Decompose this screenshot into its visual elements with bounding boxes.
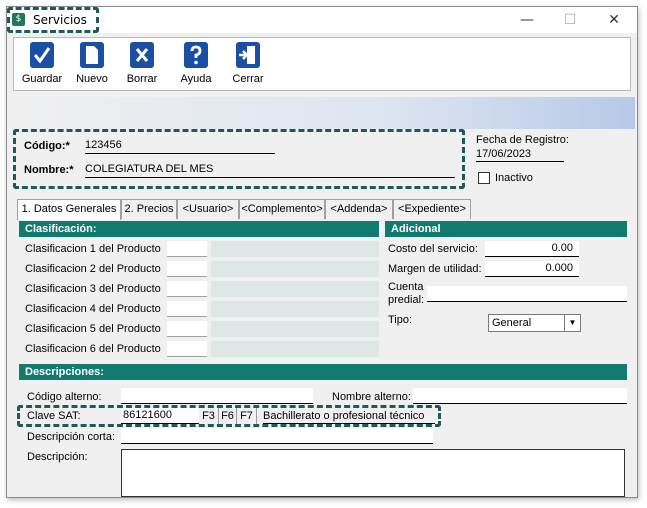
clasificacion-2-desc — [211, 261, 379, 277]
help-question-icon — [184, 42, 208, 68]
ayuda-label: Ayuda — [180, 73, 212, 85]
minimize-button[interactable]: — — [507, 9, 547, 31]
tab-expediente[interactable]: <Expediente> — [393, 199, 471, 219]
delete-x-icon — [130, 42, 154, 68]
codigo-value[interactable]: 123456 — [85, 139, 275, 154]
clasificacion-1-label: Clasificacion 1 del Producto — [25, 243, 161, 255]
nombre-label: Nombre:* — [24, 164, 74, 176]
nombre-alterno-label: Nombre alterno: — [332, 391, 411, 403]
check-icon — [30, 42, 54, 68]
clasificacion-5-label: Clasificacion 5 del Producto — [25, 323, 161, 335]
codigo-alterno-label: Código alterno: — [27, 391, 102, 403]
clasificacion-1-code[interactable] — [167, 241, 207, 257]
f6-button[interactable]: F6 — [219, 408, 237, 424]
fecha-registro-label: Fecha de Registro: — [476, 134, 569, 146]
clasificacion-header: Clasificación: — [19, 221, 379, 237]
chevron-down-icon[interactable]: ▼ — [564, 315, 580, 331]
descripcion-corta-label: Descripción corta: — [27, 431, 116, 443]
costo-label: Costo del servicio: — [388, 243, 478, 255]
clasificacion-3-label: Clasificacion 3 del Producto — [25, 283, 161, 295]
tipo-select-value: General — [492, 317, 532, 329]
cuenta-predial-label-2: predial: — [388, 294, 425, 306]
codigo-label: Código:* — [24, 140, 70, 152]
inactivo-checkbox[interactable] — [478, 172, 490, 184]
margen-label: Margen de utilidad: — [388, 263, 482, 275]
guardar-label: Guardar — [21, 73, 63, 85]
header-gradient-bar — [9, 97, 635, 129]
inactivo-label: Inactivo — [495, 172, 533, 184]
clasificacion-3-desc — [211, 281, 379, 297]
clasificacion-2-code[interactable] — [167, 261, 207, 277]
borrar-button[interactable]: Borrar — [118, 42, 166, 88]
nuevo-label: Nuevo — [76, 73, 108, 85]
window-title: Servicios — [33, 13, 87, 27]
app-icon: $ — [12, 13, 25, 26]
nombre-value[interactable]: COLEGIATURA DEL MES — [85, 163, 455, 178]
descripcion-textarea[interactable] — [121, 449, 625, 497]
title-bar: $ Servicios — ☐ ✕ — [7, 7, 637, 33]
tab-usuario[interactable]: <Usuario> — [177, 199, 239, 219]
toolbar: Guardar Nuevo Borrar Ayuda Cerrar — [13, 37, 631, 91]
tab-addenda[interactable]: <Addenda> — [325, 199, 393, 219]
clasificacion-6-desc — [211, 341, 379, 357]
guardar-button[interactable]: Guardar — [18, 42, 66, 88]
tipo-label: Tipo: — [388, 314, 413, 326]
clasificacion-1-desc — [211, 241, 379, 257]
clasificacion-6-code[interactable] — [167, 341, 207, 357]
clasificacion-3-code[interactable] — [167, 281, 207, 297]
servicios-window: $ Servicios — ☐ ✕ Guardar Nuevo Borrar A… — [6, 6, 638, 498]
descripcion-label: Descripción: — [27, 451, 88, 463]
codigo-alterno-input[interactable] — [121, 388, 313, 404]
cerrar-button[interactable]: Cerrar — [224, 42, 272, 88]
cerrar-label: Cerrar — [232, 73, 264, 85]
descripciones-header: Descripciones: — [19, 364, 627, 380]
ayuda-button[interactable]: Ayuda — [172, 42, 220, 88]
f7-button[interactable]: F7 — [237, 408, 257, 424]
maximize-button[interactable]: ☐ — [550, 9, 590, 31]
adicional-header: Adicional — [385, 221, 627, 237]
costo-input[interactable]: 0.00 — [485, 241, 579, 257]
exit-door-icon — [236, 42, 260, 68]
tab-complemento[interactable]: <Complemento> — [239, 199, 325, 219]
tab-precios[interactable]: 2. Precios — [121, 199, 177, 219]
clasificacion-5-desc — [211, 321, 379, 337]
fecha-registro-value[interactable]: 17/06/2023 — [476, 148, 564, 162]
codigo-nombre-highlight — [13, 129, 465, 189]
new-document-icon — [80, 42, 104, 68]
clasificacion-5-code[interactable] — [167, 321, 207, 337]
clasificacion-2-label: Clasificacion 2 del Producto — [25, 263, 161, 275]
nuevo-button[interactable]: Nuevo — [68, 42, 116, 88]
clasificacion-4-desc — [211, 301, 379, 317]
clasificacion-4-code[interactable] — [167, 301, 207, 317]
clave-sat-input[interactable]: 86121600 — [121, 408, 199, 424]
clasificacion-4-label: Clasificacion 4 del Producto — [25, 303, 161, 315]
borrar-label: Borrar — [126, 73, 158, 85]
clave-sat-label: Clave SAT: — [27, 410, 81, 422]
tipo-select[interactable]: General ▼ — [488, 314, 581, 332]
clave-sat-description: Bachillerato o profesional técnico — [263, 410, 435, 424]
cuenta-predial-input[interactable] — [427, 286, 627, 302]
tab-datos-generales[interactable]: 1. Datos Generales — [17, 199, 121, 220]
function-key-group: F3 F6 F7 — [199, 408, 261, 424]
nombre-alterno-input[interactable] — [413, 388, 627, 404]
margen-input[interactable]: 0.000 — [485, 261, 579, 277]
close-button[interactable]: ✕ — [594, 9, 634, 31]
clasificacion-6-label: Clasificacion 6 del Producto — [25, 343, 161, 355]
cuenta-predial-label-1: Cuenta — [388, 281, 424, 293]
f3-button[interactable]: F3 — [199, 408, 219, 424]
descripcion-corta-input[interactable] — [121, 428, 433, 444]
